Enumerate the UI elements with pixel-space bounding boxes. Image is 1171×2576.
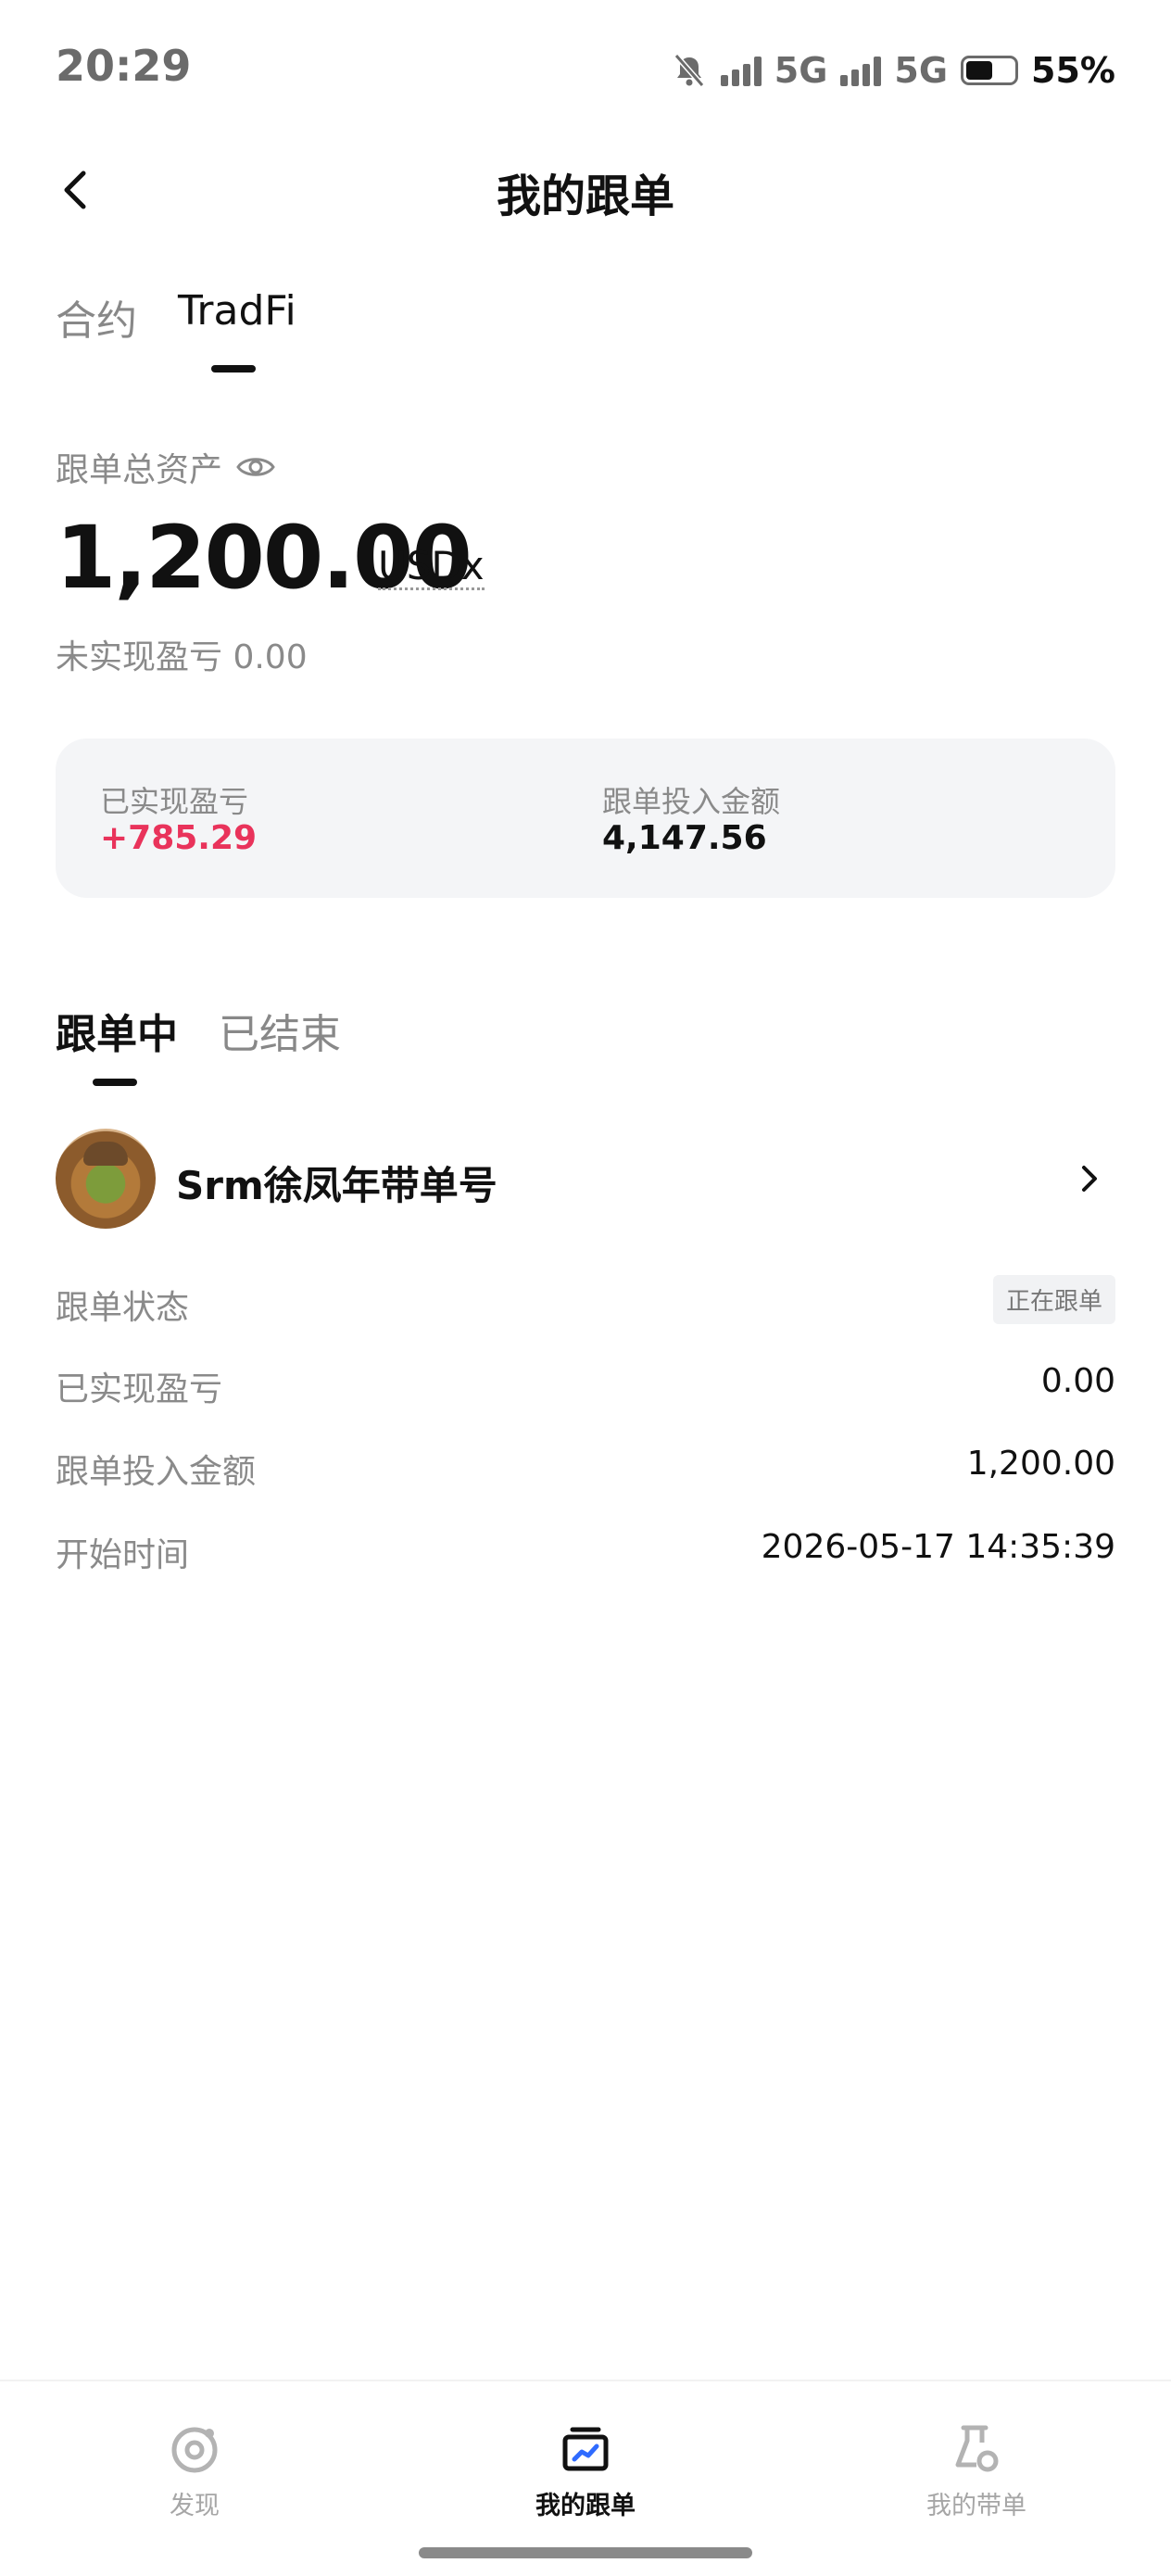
network-label-1: 5G bbox=[774, 50, 828, 91]
tab-indicator bbox=[211, 365, 256, 373]
invest-label: 跟单投入金额 bbox=[56, 1453, 257, 1491]
nav-my-lead[interactable]: 我的带单 bbox=[865, 2420, 1088, 2521]
chart-box-icon bbox=[562, 2427, 609, 2471]
trader-row[interactable]: Srm徐凤年带单号 bbox=[56, 1129, 1115, 1231]
network-label-2: 5G bbox=[894, 50, 949, 91]
invest-amount-label: 跟单投入金额 bbox=[602, 784, 781, 819]
battery-percent: 55% bbox=[1031, 50, 1115, 91]
signal-bars-icon-2 bbox=[840, 55, 882, 86]
eye-icon[interactable] bbox=[235, 452, 276, 482]
status-time: 20:29 bbox=[56, 41, 192, 91]
status-icons: 5G 5G 55% bbox=[671, 46, 1115, 95]
tab-following-indicator bbox=[93, 1079, 137, 1086]
tab-ended[interactable]: 已结束 bbox=[219, 1001, 341, 1060]
unrealized-pnl: 未实现盈亏 0.00 bbox=[56, 638, 308, 676]
tab-following[interactable]: 跟单中 bbox=[56, 1001, 178, 1060]
chevron-right-icon bbox=[1082, 1166, 1097, 1192]
bottom-nav-divider bbox=[0, 2380, 1171, 2381]
signal-bars-icon bbox=[720, 55, 762, 86]
total-assets-label-row: 跟单总资产 bbox=[56, 443, 276, 491]
nav-my-follow[interactable]: 我的跟单 bbox=[474, 2420, 697, 2521]
target-icon bbox=[171, 2427, 218, 2473]
status-badge: 正在跟单 bbox=[992, 1275, 1115, 1324]
nav-my-lead-label: 我的带单 bbox=[926, 2492, 1026, 2520]
tab-contract[interactable]: 合约 bbox=[56, 287, 137, 347]
trader-name: Srm徐凤年带单号 bbox=[176, 1163, 497, 1208]
start-time-value: 2026-05-17 14:35:39 bbox=[761, 1528, 1115, 1566]
follow-status-label: 跟单状态 bbox=[56, 1289, 190, 1327]
flask-icon bbox=[955, 2425, 999, 2472]
start-time-label: 开始时间 bbox=[56, 1536, 190, 1574]
nav-my-follow-label: 我的跟单 bbox=[535, 2492, 636, 2520]
page-title: 我的跟单 bbox=[496, 170, 674, 222]
realized-value: 0.00 bbox=[1040, 1362, 1115, 1400]
invest-amount-value: 4,147.56 bbox=[602, 819, 767, 857]
trader-avatar bbox=[56, 1129, 156, 1229]
realized-pnl-value: +785.29 bbox=[100, 819, 258, 857]
invest-value: 1,200.00 bbox=[966, 1445, 1115, 1483]
home-indicator[interactable] bbox=[419, 2547, 752, 2558]
mute-bell-icon bbox=[674, 54, 705, 87]
realized-pnl-label: 已实现盈亏 bbox=[100, 784, 249, 819]
total-assets-label: 跟单总资产 bbox=[56, 451, 223, 489]
nav-discover[interactable]: 发现 bbox=[83, 2420, 306, 2521]
realized-label: 已实现盈亏 bbox=[56, 1370, 223, 1408]
battery-icon bbox=[961, 56, 1019, 85]
tab-tradfi[interactable]: TradFi bbox=[178, 287, 296, 335]
nav-discover-label: 发现 bbox=[170, 2492, 220, 2520]
asset-unit-selector[interactable]: USDx bbox=[378, 545, 485, 590]
